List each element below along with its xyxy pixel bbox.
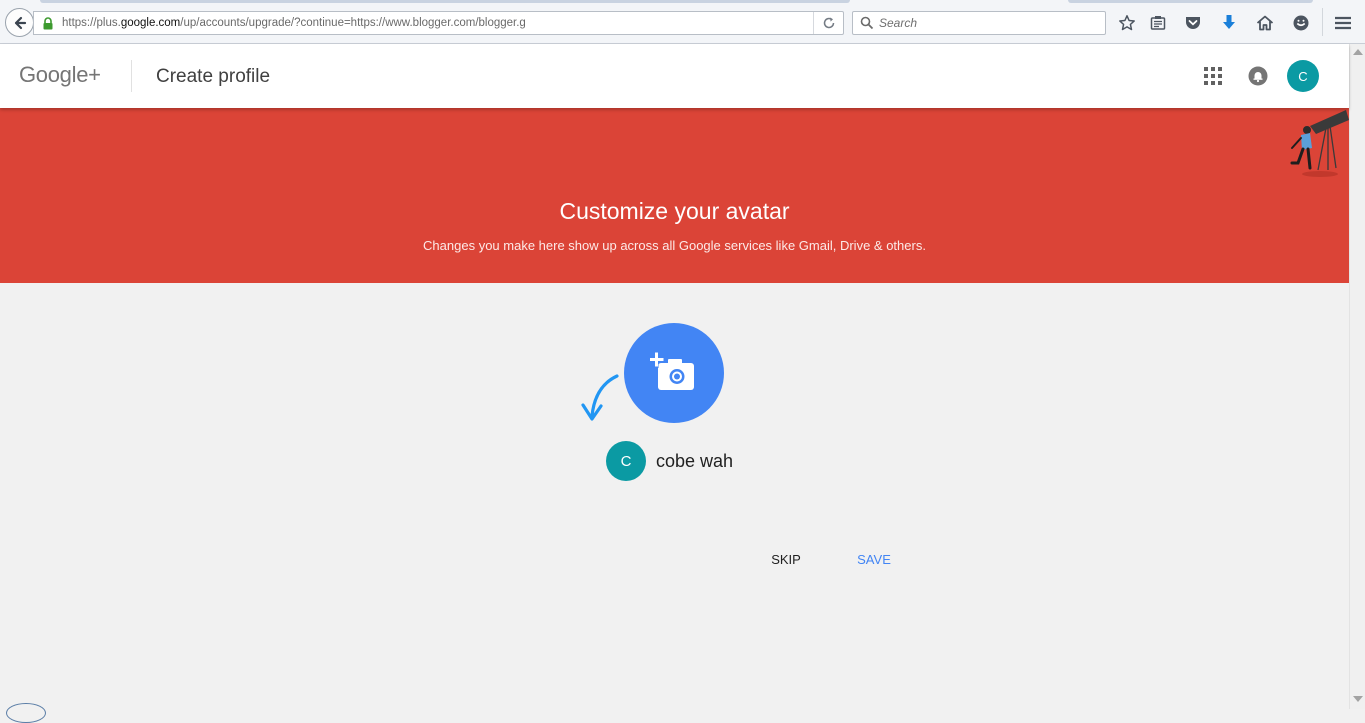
scroll-up-arrow-icon[interactable] xyxy=(1353,49,1363,55)
browser-toolbar: https://plus.google.com/up/accounts/upgr… xyxy=(0,0,1365,44)
save-button[interactable]: SAVE xyxy=(843,546,905,572)
curved-arrow-icon xyxy=(581,374,619,421)
pocket-icon xyxy=(1186,17,1200,29)
lock-icon xyxy=(41,16,55,30)
pocket-button[interactable] xyxy=(1182,12,1204,34)
notification-bell-icon[interactable] xyxy=(1248,66,1268,86)
app-header: Google+ Create profile C xyxy=(0,44,1349,108)
hero-banner: Customize your avatar Changes you make h… xyxy=(0,108,1349,283)
reload-icon xyxy=(823,17,834,29)
page-title: Create profile xyxy=(156,66,271,87)
toolbar-separator xyxy=(1322,8,1323,36)
search-box[interactable] xyxy=(852,11,1106,35)
header-divider xyxy=(131,60,132,92)
home-icon xyxy=(1256,15,1274,31)
downloads-button[interactable] xyxy=(1218,12,1240,34)
profile-name: cobe wah xyxy=(656,450,734,471)
url-text[interactable]: https://plus.google.com/up/accounts/upgr… xyxy=(62,17,813,29)
hamburger-menu-button[interactable] xyxy=(1332,12,1354,34)
search-icon xyxy=(860,16,874,30)
back-button[interactable] xyxy=(5,8,34,37)
apps-grid-icon[interactable] xyxy=(1203,66,1223,86)
back-arrow-icon xyxy=(14,16,26,29)
search-input[interactable] xyxy=(879,16,1099,30)
home-button[interactable] xyxy=(1254,12,1276,34)
google-plus-logo[interactable]: Google+ xyxy=(19,62,101,88)
hello-chat-button[interactable] xyxy=(1290,12,1312,34)
chat-smiley-icon xyxy=(1293,15,1309,31)
add-photo-button[interactable] xyxy=(624,323,724,423)
tab-strip-edge xyxy=(1068,0,1313,3)
reload-button[interactable] xyxy=(813,12,843,34)
clipboard-icon xyxy=(1150,16,1166,30)
profile-avatar: C xyxy=(606,441,646,481)
hero-title: Customize your avatar xyxy=(559,198,790,224)
bookmark-star-button[interactable] xyxy=(1116,12,1138,34)
hero-subtitle: Changes you make here show up across all… xyxy=(423,238,926,253)
star-icon xyxy=(1119,15,1135,31)
download-arrow-icon xyxy=(1223,15,1235,29)
add-camera-icon xyxy=(650,351,694,390)
telescope-person-illustration xyxy=(1290,110,1349,177)
profile-summary: C cobe wah xyxy=(606,441,733,481)
account-avatar[interactable]: C xyxy=(1287,60,1319,92)
bookmarks-menu-button[interactable] xyxy=(1147,12,1169,34)
menu-icon xyxy=(1335,16,1351,30)
scroll-down-arrow-icon[interactable] xyxy=(1353,696,1363,702)
vertical-scrollbar[interactable] xyxy=(1349,44,1365,709)
tab-strip-edge xyxy=(40,0,850,3)
partial-circle-decoration xyxy=(6,703,46,723)
skip-button[interactable]: SKIP xyxy=(755,546,817,572)
address-bar[interactable]: https://plus.google.com/up/accounts/upgr… xyxy=(33,11,844,35)
